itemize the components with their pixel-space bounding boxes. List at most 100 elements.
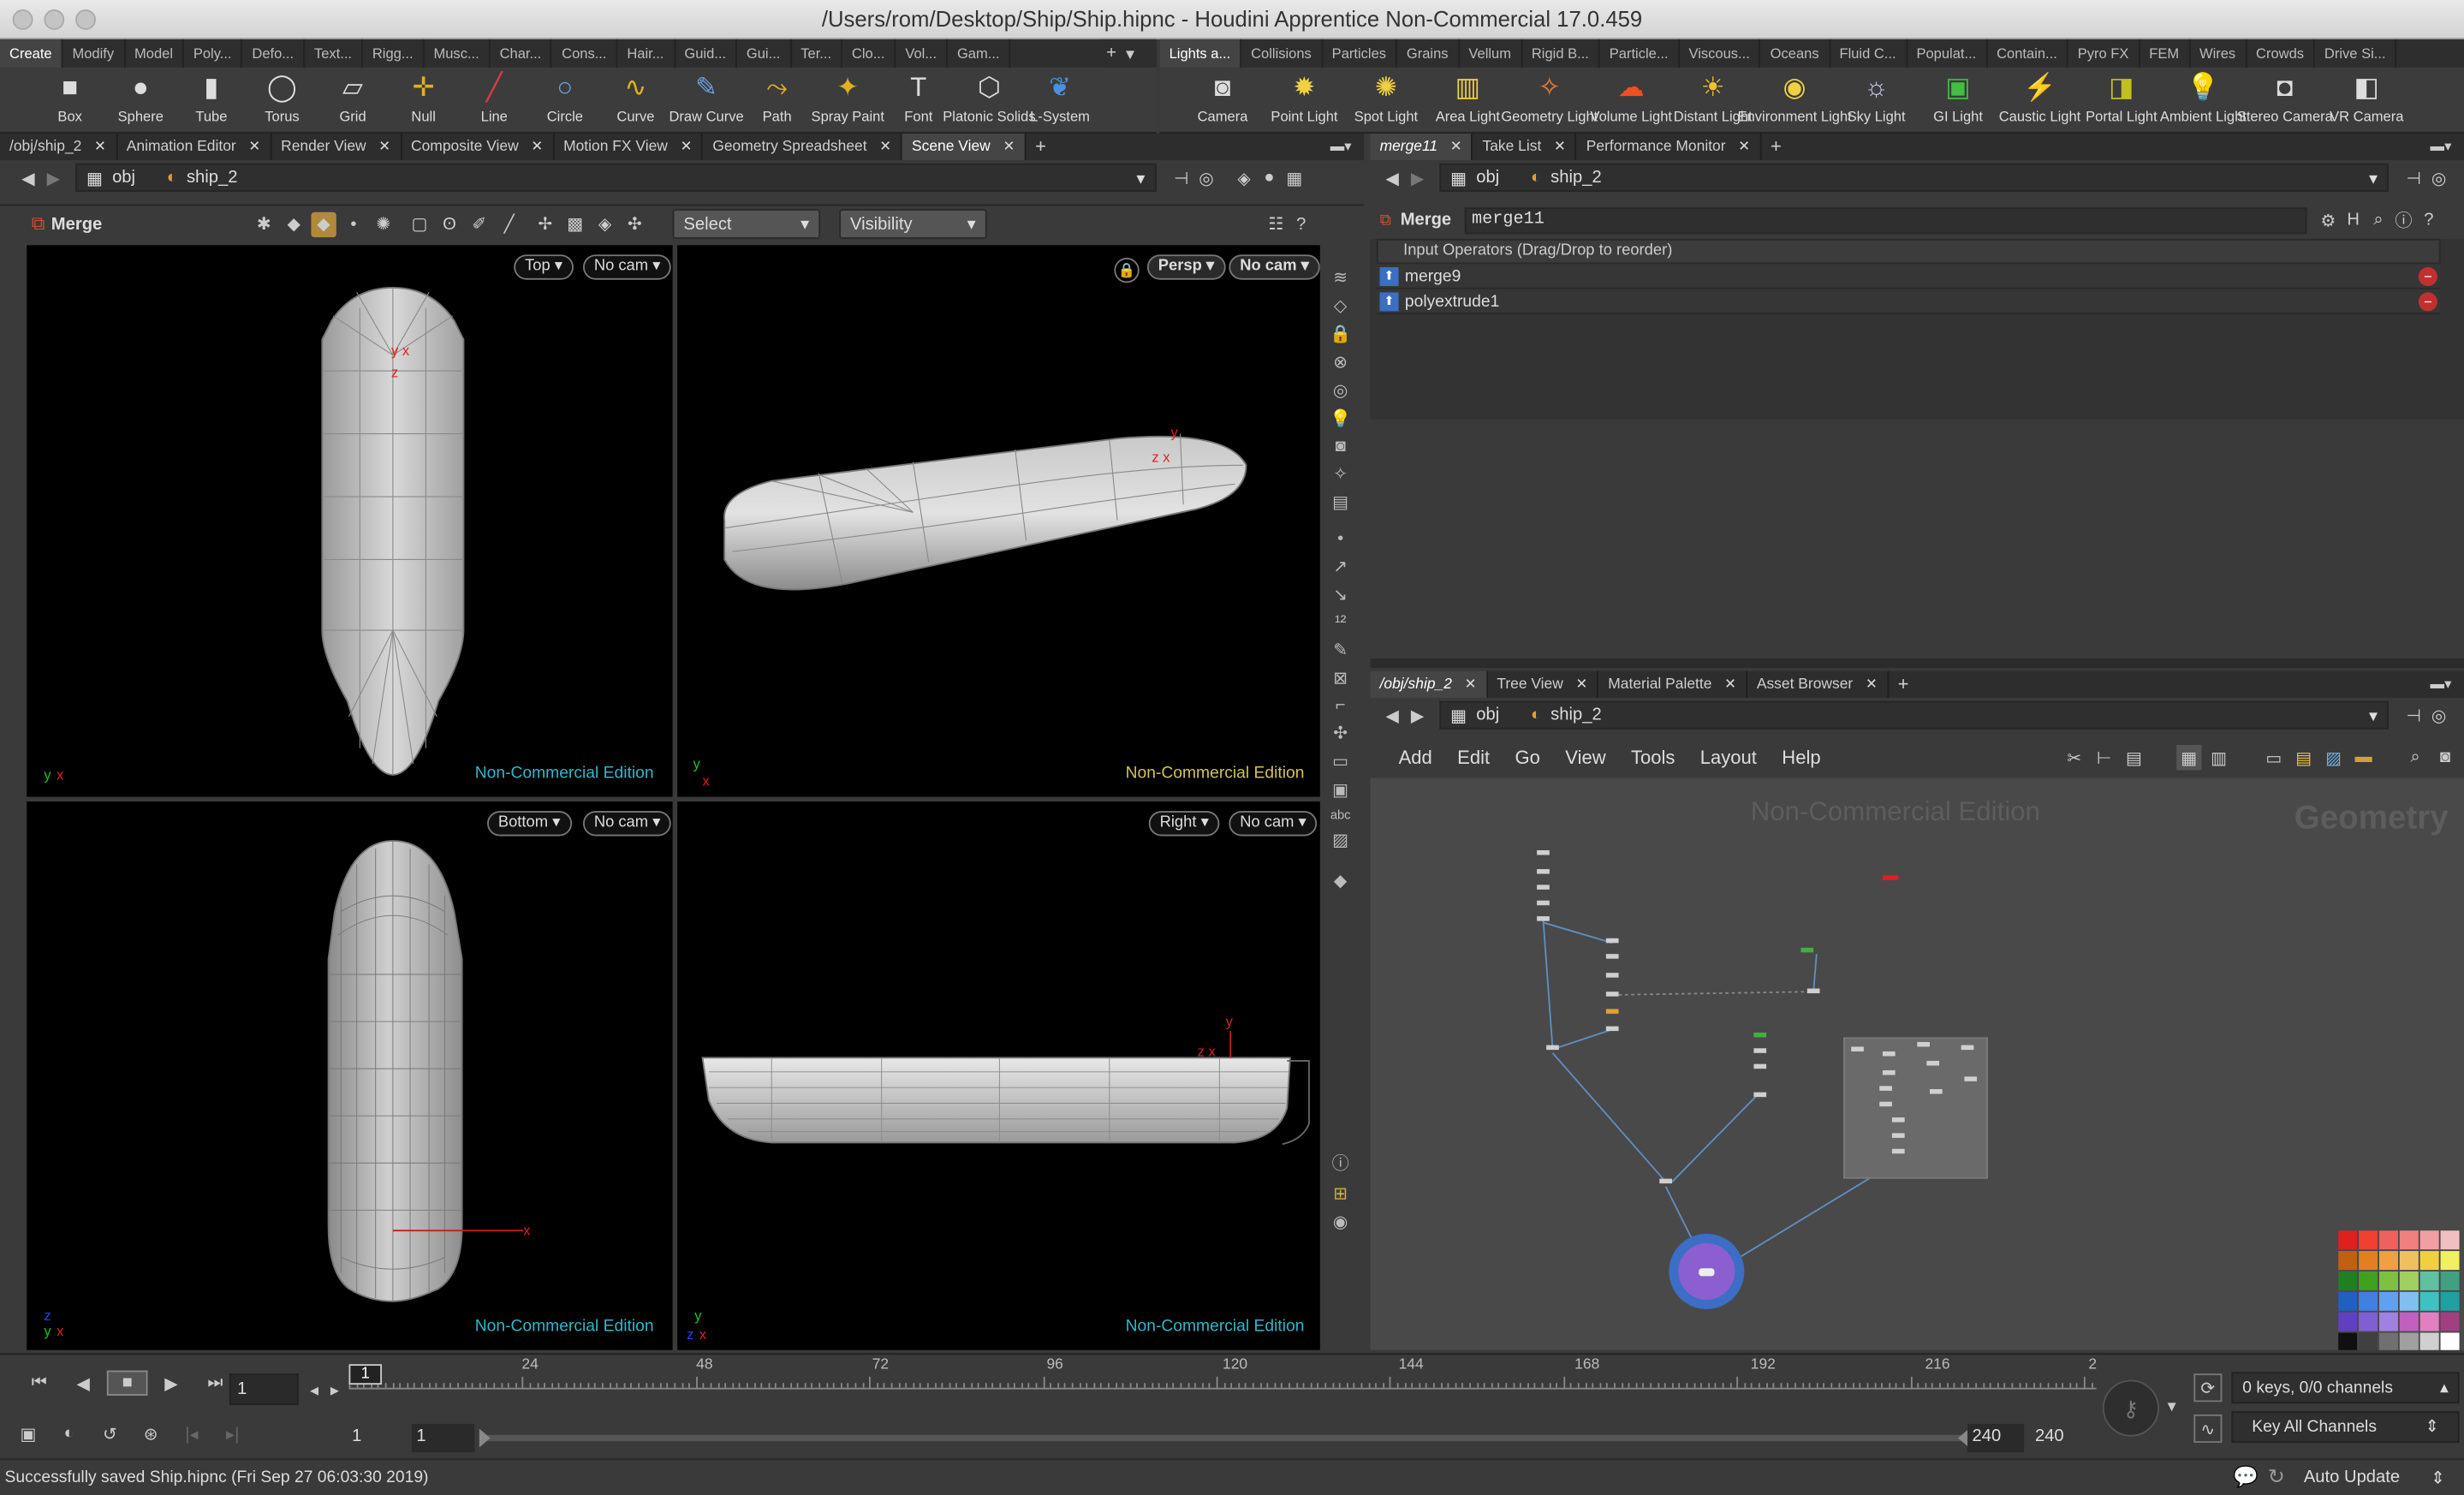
back-arrow-icon[interactable]: ◀ [15, 165, 40, 190]
network-node[interactable] [1605, 954, 1619, 959]
shelf-menu-icon[interactable]: ▾ [1126, 43, 1134, 63]
back-arrow-icon[interactable]: ◀ [1380, 165, 1405, 190]
shelf-tool-area-light[interactable]: ▥ Area Light [1427, 67, 1509, 133]
timeline-ruler[interactable]: 24 48 72 96 120 144 168 192 216 2 [348, 1355, 2097, 1402]
color-swatch[interactable] [2440, 1332, 2460, 1350]
color-swatch[interactable] [2338, 1271, 2358, 1290]
jump-to-node-icon[interactable]: ⬆ [1379, 291, 1399, 311]
network-menu-item[interactable]: Go [1503, 747, 1553, 769]
network-node[interactable] [1753, 1092, 1767, 1098]
shelf-tool-sky-light[interactable]: ☼ Sky Light [1836, 67, 1917, 133]
realtime-toggle-icon[interactable]: ▣ [13, 1421, 45, 1445]
quad-view-icon[interactable]: ⊞ [1333, 1183, 1348, 1204]
notes-icon[interactable]: ▤ [2122, 745, 2146, 770]
shelf-tab[interactable]: Grains [1397, 39, 1460, 68]
pane-menu-icon[interactable]: ▬▾ [1330, 139, 1352, 156]
point-numbers-icon[interactable]: ¹² [1335, 613, 1346, 632]
search-icon[interactable]: ⌕ [2402, 745, 2427, 770]
frame-marker[interactable]: 1 [348, 1364, 383, 1385]
prim-display-icon[interactable]: ▣ [1332, 779, 1348, 800]
shelf-tab[interactable]: Particles [1323, 39, 1397, 68]
color-swatch[interactable] [2359, 1271, 2378, 1290]
background-image-icon[interactable]: ▨ [1332, 830, 1348, 850]
shelf-tool-geometry-light[interactable]: ✧ Geometry Light [1501, 67, 1598, 133]
snapshot-icon[interactable]: ◉ [1333, 1212, 1348, 1232]
color-swatch[interactable] [2378, 1271, 2398, 1290]
shelf-tab[interactable]: Drive Si... [2315, 39, 2397, 68]
merge11-node[interactable] [1669, 1233, 1745, 1309]
network-node[interactable] [1964, 1076, 1978, 1081]
shelf-tab[interactable]: Oceans [1761, 39, 1830, 68]
snap-icon[interactable]: ▩ [562, 211, 587, 236]
network-node[interactable] [1926, 1060, 1940, 1066]
camera-icon[interactable]: ◙ [2432, 745, 2457, 770]
color-swatch[interactable] [2378, 1251, 2398, 1271]
shelf-tool-environment-light[interactable]: ◉ Environment Light [1738, 67, 1852, 133]
close-icon[interactable]: ✕ [1554, 134, 1566, 160]
color-swatch[interactable] [2419, 1332, 2439, 1350]
network-menu-item[interactable]: Tools [1618, 747, 1687, 769]
shelf-tool-torus[interactable]: ◯ Torus [247, 67, 318, 133]
houdini-help-icon[interactable]: H [2341, 207, 2366, 232]
pane-tab[interactable]: Take List ✕ [1473, 134, 1577, 161]
shelf-tab[interactable]: Lights a... [1159, 39, 1242, 68]
shelf-tab[interactable]: FEM [2140, 39, 2190, 68]
network-node[interactable] [1605, 1026, 1619, 1032]
geometry-select-icon[interactable]: ◆ [311, 211, 336, 237]
path-dropdown-icon[interactable]: ▾ [2369, 705, 2378, 725]
error-node[interactable] [1882, 875, 1899, 880]
select-tool-icon[interactable]: ✱ [252, 211, 277, 236]
network-node[interactable] [1879, 1086, 1892, 1091]
color-swatch[interactable] [2359, 1291, 2378, 1311]
forward-arrow-icon[interactable]: ▶ [41, 165, 66, 190]
background-image-icon[interactable]: ▨ [2321, 745, 2346, 770]
color-swatch[interactable] [2419, 1312, 2439, 1331]
pane-tab[interactable]: Motion FX View ✕ [554, 134, 704, 161]
update-mode-dropdown[interactable]: Auto Update ⇕ [2294, 1462, 2455, 1492]
shelf-tab[interactable]: Ter... [791, 39, 842, 68]
visibility-dropdown[interactable]: Visibility ▾ [839, 209, 987, 239]
shelf-tab[interactable]: Poly... [184, 39, 243, 68]
info-icon[interactable]: ⓘ [1332, 1151, 1349, 1176]
close-icon[interactable]: ✕ [1738, 134, 1750, 160]
flipbook-icon[interactable]: ▤ [1332, 492, 1348, 512]
network-menu-item[interactable]: View [1553, 747, 1619, 769]
network-node[interactable] [1537, 884, 1550, 890]
shelf-tab[interactable]: Guid... [675, 39, 737, 68]
snap-options-icon[interactable]: ◈ [592, 211, 617, 236]
network-menu-item[interactable]: Layout [1687, 747, 1770, 769]
color-swatch[interactable] [2440, 1251, 2460, 1271]
auto-key-icon[interactable]: ⟳ [2193, 1373, 2223, 1403]
close-icon[interactable]: ✕ [1866, 671, 1878, 698]
next-key-icon[interactable]: ▸| [217, 1421, 248, 1445]
viewport-right[interactable]: Right ▾ No cam ▾ y z x yzx Non-Commercia… [677, 801, 1320, 1350]
network-node[interactable] [1659, 1178, 1672, 1184]
play-icon[interactable]: ▶ [151, 1371, 192, 1396]
wrench-icon[interactable]: ✂ [2062, 745, 2086, 770]
shelf-tool-line[interactable]: ╱ Line [459, 67, 530, 133]
color-swatch[interactable] [2419, 1271, 2439, 1290]
color-swatch[interactable] [2399, 1291, 2419, 1311]
network-node[interactable] [1851, 1046, 1864, 1051]
shelf-tab[interactable]: Fluid C... [1830, 39, 1908, 68]
color-swatch[interactable] [2440, 1271, 2460, 1290]
network-node[interactable] [1800, 947, 1814, 953]
lock-camera-icon[interactable]: 🔒 [1330, 324, 1351, 344]
color-swatch[interactable] [2419, 1230, 2439, 1250]
network-node[interactable] [1605, 992, 1619, 997]
color-swatch[interactable] [2440, 1230, 2460, 1250]
box-select-icon[interactable]: ▢ [407, 211, 431, 236]
layout-icon[interactable]: ▦ [1282, 165, 1306, 190]
network-node[interactable] [1882, 1051, 1896, 1057]
network-node[interactable] [1806, 988, 1820, 994]
network-node[interactable] [1753, 1063, 1767, 1069]
network-node[interactable] [1537, 869, 1550, 874]
link-icon[interactable]: ◎ [2426, 165, 2451, 190]
uv-display-icon[interactable]: ⊠ [1333, 668, 1348, 688]
range-end-field-2[interactable]: 240 [2030, 1424, 2086, 1452]
folder-icon[interactable]: ▬ [2351, 745, 2376, 770]
add-tab-icon[interactable]: + [1026, 134, 1056, 160]
shelf-tool-caustic-light[interactable]: ⚡ Caustic Light [1999, 67, 2081, 133]
pane-tab[interactable]: Scene View ✕ [902, 134, 1027, 161]
shelf-tool-path[interactable]: ⤳ Path [741, 67, 812, 133]
